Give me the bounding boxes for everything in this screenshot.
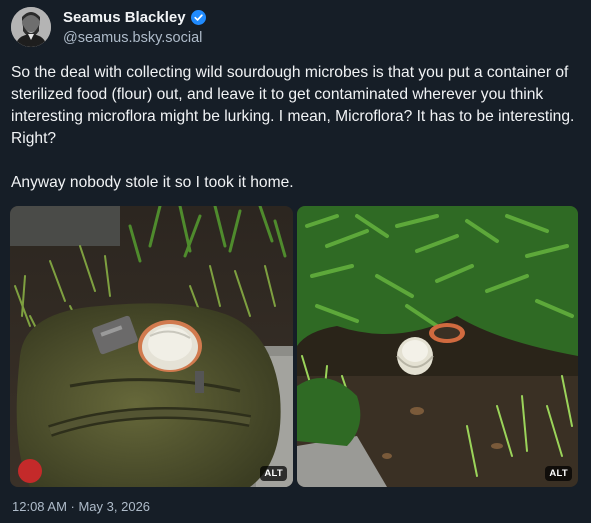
post-image-jar-under-shrub[interactable]: ALT	[297, 206, 578, 487]
author-display-name[interactable]: Seamus Blackley	[63, 9, 186, 26]
avatar[interactable]	[11, 7, 51, 47]
shrub-photo	[297, 206, 578, 487]
post-body: So the deal with collecting wild sourdou…	[11, 62, 583, 194]
alt-badge[interactable]: ALT	[545, 466, 572, 481]
post-paragraph: So the deal with collecting wild sourdou…	[11, 64, 575, 147]
author-name-row[interactable]: Seamus Blackley	[63, 9, 206, 26]
author-handle[interactable]: @seamus.bsky.social	[63, 30, 202, 46]
backpack-photo	[10, 206, 293, 487]
post-timestamp[interactable]: 12:08 AM · May 3, 2026	[12, 499, 150, 514]
verified-badge-icon	[190, 10, 206, 25]
alt-badge[interactable]: ALT	[260, 466, 287, 481]
post-paragraph: Anyway nobody stole it so I took it home…	[11, 174, 294, 191]
post-image-jar-on-backpack[interactable]: ALT	[10, 206, 293, 487]
